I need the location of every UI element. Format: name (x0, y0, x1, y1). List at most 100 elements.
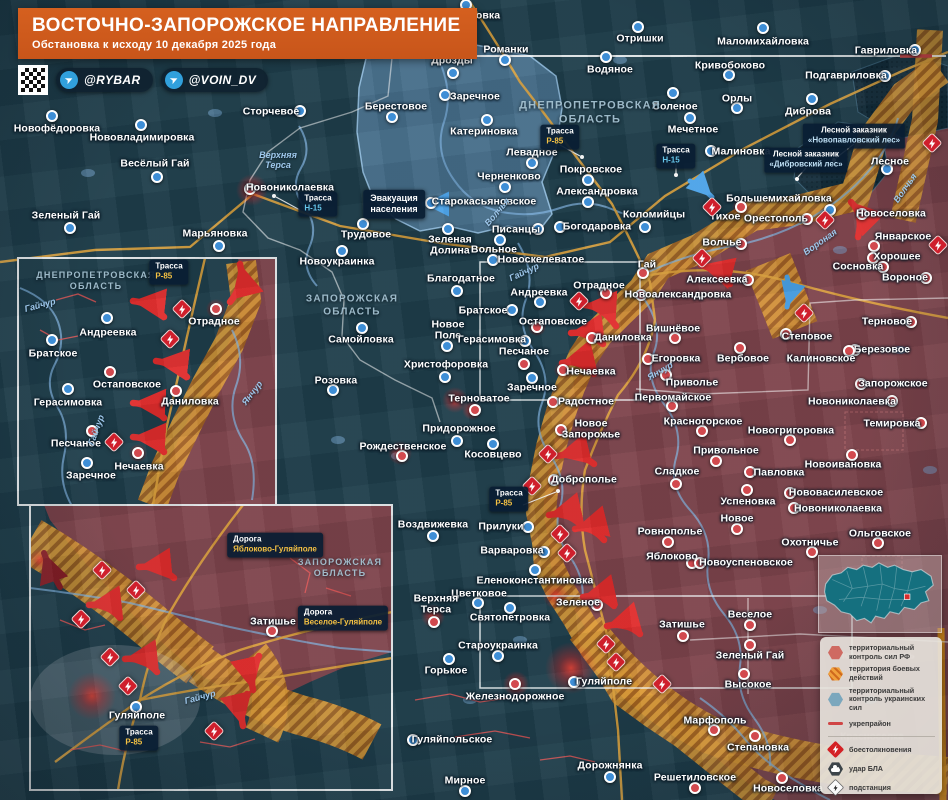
town-pin (46, 334, 58, 346)
town-label: Марфополь (683, 715, 746, 726)
town-pin (151, 171, 163, 183)
road-badge: ДорогаЯблоково-Гуляйполе (227, 533, 323, 558)
town-label: Придорожное (422, 423, 495, 434)
map-annotations: НовофёдоровкаНововладимировкаВесёлый Гай… (0, 0, 948, 800)
town-label: Нововладимировка (90, 132, 195, 143)
town-label: Новоселовка (753, 783, 823, 794)
legend-item: территориальный контроль сил РФ (828, 644, 935, 661)
town-label: Яблоково (646, 551, 698, 562)
combat-clash-icon (537, 443, 558, 464)
town-pin (64, 222, 76, 234)
town-pin (731, 523, 743, 535)
town-label: Песчаное (499, 346, 549, 357)
town-pin (101, 312, 113, 324)
town-pin (499, 54, 511, 66)
town-pin (443, 653, 455, 665)
town-pin (104, 366, 116, 378)
ukraine-outline (819, 556, 941, 632)
town-label: Заречное (507, 382, 557, 393)
river-label: Волчья (891, 172, 918, 205)
town-label: Нечаевка (566, 366, 615, 377)
town-label: Покровское (560, 164, 622, 175)
town-label: Ольговское (849, 528, 911, 539)
town-label: Гай (638, 259, 656, 270)
combat-clash-icon (651, 673, 672, 694)
town-label: Вербовое (717, 353, 769, 364)
town-label: Дорожнянка (577, 760, 642, 771)
telegram-handle-rybar[interactable]: ➤ @RYBAR (56, 68, 153, 92)
town-pin (135, 119, 147, 131)
town-label: Прилуки (478, 521, 523, 532)
region-label: ЗАПОРОЖСКАЯ ОБЛАСТЬ (306, 294, 398, 319)
town-pin (62, 383, 74, 395)
combat-clash-icon (793, 302, 814, 323)
town-label: Братское (459, 305, 508, 316)
town-label: Отришки (616, 33, 663, 44)
town-label: Затишье (250, 616, 296, 627)
handle-label: @VOIN_DV (189, 73, 257, 87)
town-label: Егоровка (652, 353, 701, 364)
town-label: Гавриловка (855, 45, 917, 56)
town-label: Благодатное (427, 273, 495, 284)
combat-clash-icon (568, 290, 589, 311)
road-badge: ТрассаР-85 (119, 726, 158, 751)
region-label: ДНЕПРОПЕТРОВСКАЯ ОБЛАСТЬ (36, 270, 155, 293)
town-pin (582, 196, 594, 208)
town-label: Новоселовка (856, 208, 926, 219)
town-label: Староукраинка (458, 640, 538, 651)
telegram-handle-voindv[interactable]: ➤ @VOIN_DV (161, 68, 269, 92)
town-label: Новоскелеватое (498, 254, 585, 265)
road-badge: ТрассаР-85 (489, 487, 528, 512)
town-label: Герасимовка (34, 397, 103, 408)
town-label: Малиновка (711, 146, 770, 157)
town-pin (639, 221, 651, 233)
combat-clash-icon (159, 328, 180, 349)
telegram-icon: ➤ (57, 68, 81, 92)
town-label: Мечетное (668, 124, 719, 135)
river-label: Гайчур (183, 688, 216, 706)
combat-clash-icon (921, 132, 942, 153)
town-pin (469, 404, 481, 416)
town-label: Верхняя Терса (414, 594, 459, 617)
title-block: ВОСТОЧНО-ЗАПОРОЖСКОЕ НАПРАВЛЕНИЕ Обстано… (18, 8, 477, 95)
qr-code-icon (18, 65, 48, 95)
town-label: Доброполье (551, 474, 617, 485)
town-label: Сторчевое (243, 106, 300, 117)
town-pin (632, 21, 644, 33)
handle-label: @RYBAR (84, 73, 141, 87)
road-badge: ТрассаР-85 (540, 125, 579, 150)
town-pin (677, 630, 689, 642)
town-label: Новоуспеновское (699, 557, 793, 568)
combat-clash-icon (70, 608, 91, 629)
town-label: Старокасьяновское (432, 196, 537, 207)
map-subtitle: Обстановка к исходу 10 декабря 2025 года (32, 39, 461, 51)
combat-clash-icon (99, 646, 120, 667)
town-label: Косовцево (464, 449, 521, 460)
evacuation-badge: Эвакуация населения (363, 190, 425, 219)
town-label: Зеленый Гай (32, 210, 101, 221)
town-pin (439, 371, 451, 383)
town-label: Привольное (693, 445, 759, 456)
town-pin (46, 110, 58, 122)
town-label: Январское (875, 231, 932, 242)
town-label: Горькое (425, 665, 468, 676)
combat-clash-icon (103, 431, 124, 452)
hex-blue-icon (828, 692, 843, 707)
town-label: Кривобоково (695, 60, 765, 71)
town-label: Орлы (722, 93, 752, 104)
town-pin (492, 650, 504, 662)
combat-clash-icon (91, 559, 112, 580)
town-label: Новоукраинка (299, 256, 374, 267)
locator-map (818, 555, 942, 633)
town-pin (749, 730, 761, 742)
town-label: Новогригоровка (748, 425, 834, 436)
town-pin (427, 530, 439, 542)
town-label: Братское (29, 348, 78, 359)
town-pin (667, 87, 679, 99)
town-label: Приволье (666, 377, 719, 388)
town-label: Нечаевка (114, 461, 163, 472)
town-pin (662, 536, 674, 548)
town-label: Волчье (702, 237, 741, 248)
town-pin (210, 303, 222, 315)
town-pin (710, 455, 722, 467)
